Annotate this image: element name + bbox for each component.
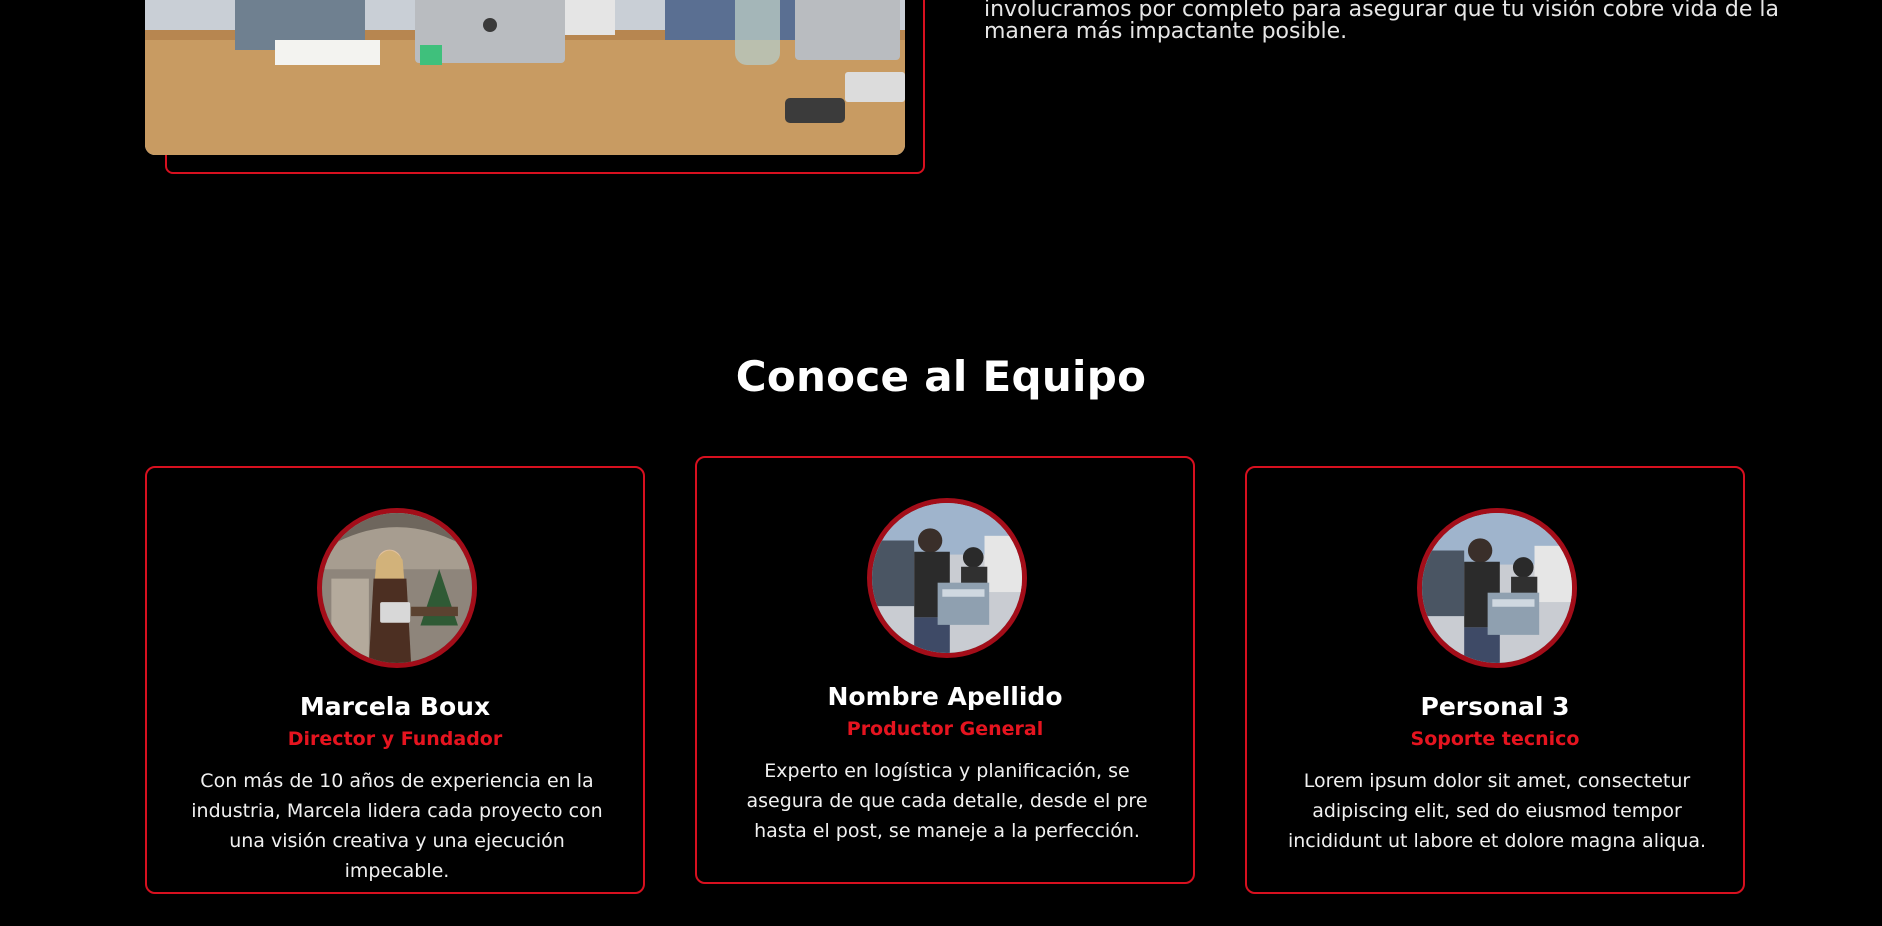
member-bio: Experto en logística y planificación, se…: [746, 760, 1148, 842]
office-teamwork-photo: [145, 0, 905, 155]
about-text-line: manera más impactante posible.: [984, 19, 1348, 44]
team-section-title: Conoce al Equipo: [735, 352, 1147, 401]
member-bio: Con más de 10 años de experiencia en la …: [191, 770, 603, 882]
member-name: Personal 3: [1420, 692, 1570, 721]
member-role: Soporte tecnico: [1410, 728, 1580, 750]
member-name: Nombre Apellido: [827, 682, 1063, 711]
member-role: Productor General: [846, 718, 1044, 740]
woman-portrait-photo: [317, 508, 477, 668]
team-member-card: Nombre Apellido Productor General Expert…: [695, 456, 1195, 884]
member-bio: Lorem ipsum dolor sit amet, consectetur …: [1287, 770, 1707, 852]
workers-loading-photo: [1417, 508, 1577, 668]
workers-loading-photo: [867, 498, 1027, 658]
member-name: Marcela Boux: [299, 692, 491, 721]
member-role: Director y Fundador: [287, 728, 503, 750]
team-member-card: Personal 3 Soporte tecnico Lorem ipsum d…: [1245, 466, 1745, 894]
team-member-card: Marcela Boux Director y Fundador Con más…: [145, 466, 645, 894]
